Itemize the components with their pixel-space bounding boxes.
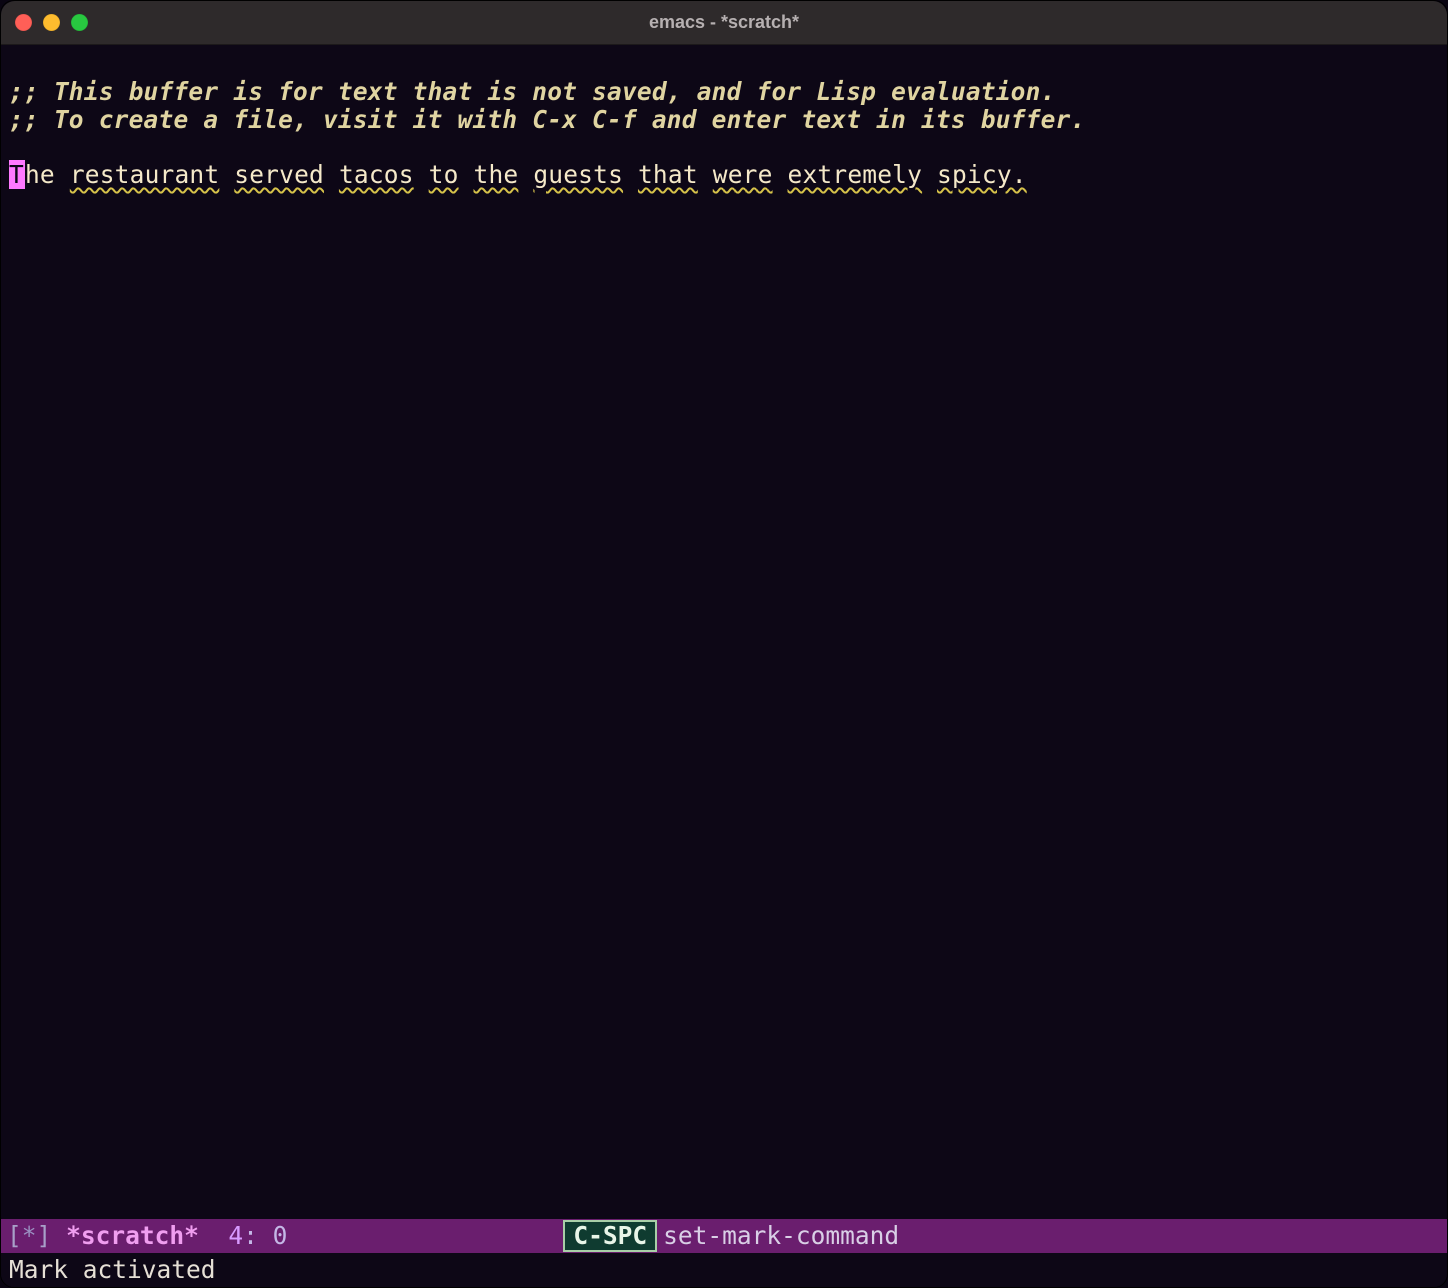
flyspell-word: served bbox=[234, 160, 324, 189]
zoom-icon[interactable] bbox=[71, 14, 88, 31]
traffic-lights bbox=[15, 14, 88, 31]
modeline-line-number: 4 bbox=[228, 1222, 243, 1249]
modeline-modified-indicator: * bbox=[22, 1222, 37, 1249]
text-fragment: he bbox=[25, 160, 70, 189]
flyspell-word: the bbox=[474, 160, 519, 189]
flyspell-word: spicy. bbox=[937, 160, 1027, 189]
emacs-window: emacs - *scratch* ;; This buffer is for … bbox=[0, 0, 1448, 1288]
flyspell-word: extremely bbox=[788, 160, 923, 189]
flyspell-word: to bbox=[429, 160, 459, 189]
comment-line: ;; To create a file, visit it with C-x C… bbox=[9, 105, 1085, 134]
flyspell-word: that bbox=[638, 160, 698, 189]
flyspell-word: guests bbox=[533, 160, 623, 189]
flyspell-word: restaurant bbox=[70, 160, 220, 189]
window-title: emacs - *scratch* bbox=[1, 12, 1447, 32]
flyspell-word: were bbox=[713, 160, 773, 189]
text-line: The restaurant served tacos to the guest… bbox=[9, 160, 1027, 189]
titlebar: emacs - *scratch* bbox=[1, 1, 1447, 45]
point-cursor: T bbox=[9, 160, 25, 189]
echo-message: Mark activated bbox=[9, 1256, 216, 1283]
buffer-area[interactable]: ;; This buffer is for text that is not s… bbox=[1, 45, 1447, 1219]
comment-line: ;; This buffer is for text that is not s… bbox=[9, 77, 1056, 106]
spacer bbox=[199, 1222, 229, 1249]
modeline-bracket: ] bbox=[37, 1222, 52, 1249]
keycast-key: C-SPC bbox=[563, 1220, 657, 1251]
spacer bbox=[51, 1222, 66, 1249]
keycast-command: set-mark-command bbox=[663, 1222, 899, 1249]
modeline-colon: : bbox=[243, 1222, 258, 1249]
flyspell-word: tacos bbox=[339, 160, 414, 189]
mode-line: [*] *scratch* 4: 0 C-SPC set-mark-comman… bbox=[1, 1219, 1447, 1253]
minimize-icon[interactable] bbox=[43, 14, 60, 31]
close-icon[interactable] bbox=[15, 14, 32, 31]
modeline-bracket: [ bbox=[7, 1222, 22, 1249]
modeline-column-number: 0 bbox=[258, 1222, 288, 1249]
modeline-buffer-name[interactable]: *scratch* bbox=[66, 1222, 199, 1249]
echo-area: Mark activated bbox=[1, 1253, 1447, 1287]
